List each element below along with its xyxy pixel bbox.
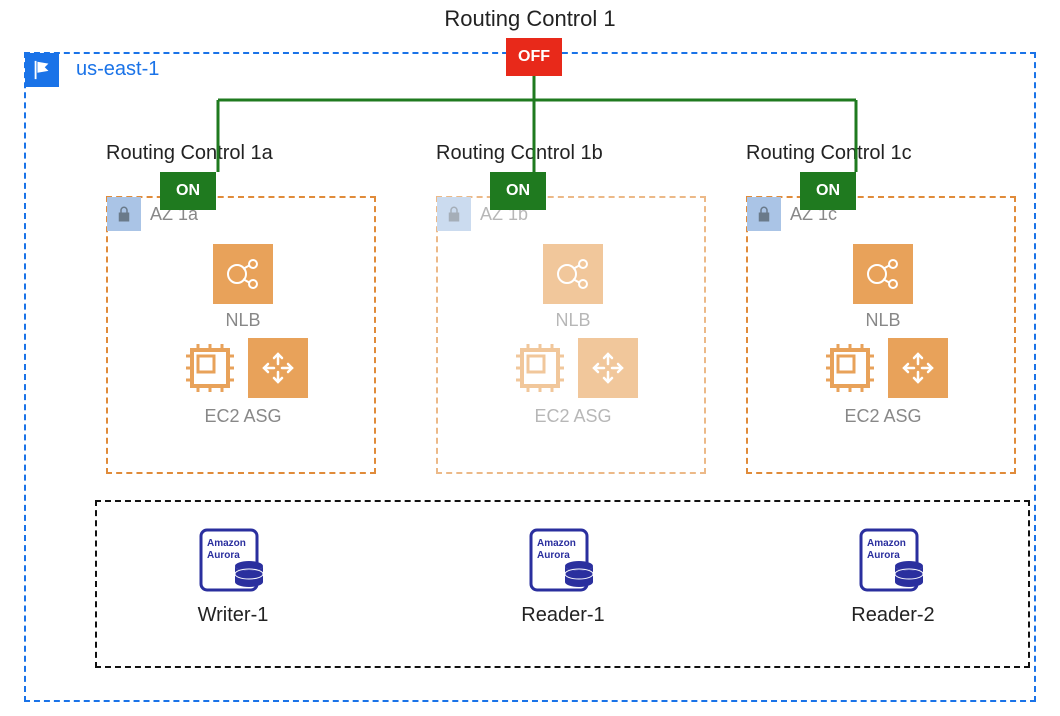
az-1b-box: AZ 1b NLB EC2 ASG bbox=[436, 196, 706, 474]
nlb-1b-label: NLB bbox=[438, 310, 708, 331]
ec2-icon bbox=[510, 338, 570, 398]
nlb-icon bbox=[213, 244, 273, 304]
svg-text:Amazon: Amazon bbox=[207, 538, 246, 549]
routing-control-1a-state: ON bbox=[160, 172, 216, 210]
routing-control-1b-title: Routing Control 1b bbox=[436, 142, 603, 165]
asg-icon bbox=[248, 338, 308, 398]
aurora-writer-1-icon: AmazonAurora bbox=[197, 524, 271, 598]
aurora-reader-1-icon: AmazonAurora bbox=[527, 524, 601, 598]
nlb-icon bbox=[853, 244, 913, 304]
region-label: us-east-1 bbox=[76, 58, 159, 81]
svg-text:Amazon: Amazon bbox=[867, 538, 906, 549]
aurora-reader-1-label: Reader-1 bbox=[463, 604, 663, 627]
aurora-cluster-box: AmazonAurora Writer-1 AmazonAurora Reade… bbox=[95, 500, 1030, 668]
page-title: Routing Control 1 bbox=[0, 6, 1060, 32]
svg-text:Aurora: Aurora bbox=[867, 550, 900, 561]
az-1a-box: AZ 1a NLB EC2 ASG bbox=[106, 196, 376, 474]
routing-control-1a-title: Routing Control 1a bbox=[106, 142, 273, 165]
aurora-writer-1-label: Writer-1 bbox=[133, 604, 333, 627]
aurora-reader-2-label: Reader-2 bbox=[793, 604, 993, 627]
routing-control-1c-state: ON bbox=[800, 172, 856, 210]
ec2asg-1b-label: EC2 ASG bbox=[438, 406, 708, 427]
ec2-icon bbox=[180, 338, 240, 398]
routing-control-1c-title: Routing Control 1c bbox=[746, 142, 912, 165]
lock-icon bbox=[107, 197, 141, 231]
nlb-1c-label: NLB bbox=[748, 310, 1018, 331]
aurora-reader-2-icon: AmazonAurora bbox=[857, 524, 931, 598]
svg-text:Aurora: Aurora bbox=[207, 550, 240, 561]
ec2-icon bbox=[820, 338, 880, 398]
az-1c-box: AZ 1c NLB EC2 ASG bbox=[746, 196, 1016, 474]
asg-icon bbox=[888, 338, 948, 398]
nlb-1a-label: NLB bbox=[108, 310, 378, 331]
ec2asg-1c-label: EC2 ASG bbox=[748, 406, 1018, 427]
lock-icon bbox=[747, 197, 781, 231]
routing-control-1b-state: ON bbox=[490, 172, 546, 210]
routing-control-1-state: OFF bbox=[506, 38, 562, 76]
svg-text:Aurora: Aurora bbox=[537, 550, 570, 561]
nlb-icon bbox=[543, 244, 603, 304]
asg-icon bbox=[578, 338, 638, 398]
lock-icon bbox=[437, 197, 471, 231]
svg-text:Amazon: Amazon bbox=[537, 538, 576, 549]
region-flag-icon bbox=[25, 53, 59, 87]
ec2asg-1a-label: EC2 ASG bbox=[108, 406, 378, 427]
